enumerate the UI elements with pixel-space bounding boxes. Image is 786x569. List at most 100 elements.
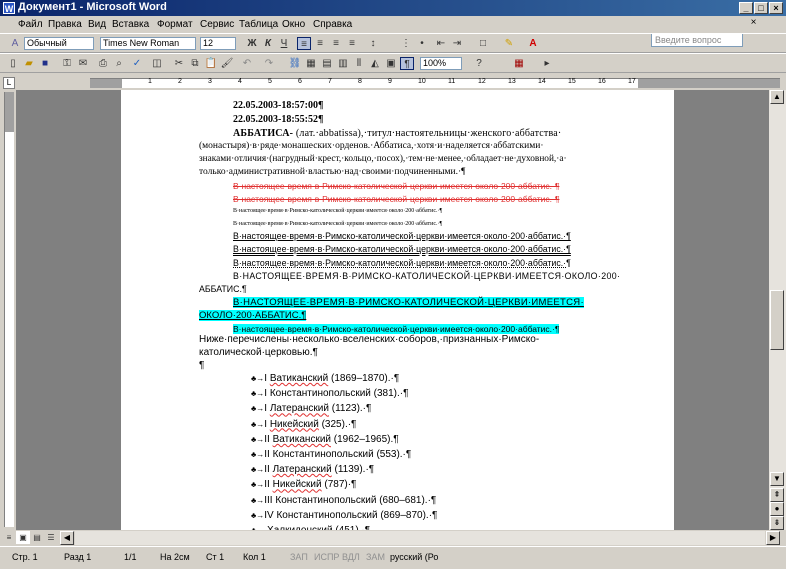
cut-icon[interactable]: ✂ [172, 57, 186, 70]
document-page[interactable]: 22.05.2003-18:57:00¶ 22.05.2003-18:55:52… [121, 90, 674, 530]
menu-help[interactable]: Справка [313, 19, 352, 30]
menu-edit[interactable]: Правка [48, 19, 82, 30]
status-extend[interactable]: ВДЛ [342, 552, 360, 562]
style-select[interactable]: Обычный [24, 37, 94, 50]
menu-view[interactable]: Вид [88, 19, 106, 30]
borders-icon[interactable]: □ [476, 37, 490, 50]
open-icon[interactable]: ▰ [22, 57, 36, 70]
email-icon[interactable]: ✉ [76, 57, 90, 70]
scroll-down-icon[interactable]: ▼ [770, 472, 784, 486]
underlined-line-2: В·настоящее·время·в·Римско-католической·… [233, 244, 571, 254]
highlight-icon[interactable]: ✎ [502, 37, 516, 50]
council-number: II [264, 449, 270, 460]
council-name: Константинопольский [272, 449, 374, 460]
print-layout-icon[interactable]: ▤ [30, 531, 44, 544]
zoom-select[interactable]: 100% [420, 57, 462, 70]
numbering-icon[interactable]: ⋮ [399, 37, 413, 50]
toolbar-options-icon[interactable]: ▸ [540, 57, 554, 70]
browse-object-icon[interactable]: ● [770, 502, 784, 516]
maximize-button[interactable]: □ [754, 2, 768, 14]
columns-icon[interactable]: ⫴ [352, 57, 366, 70]
next-page-icon[interactable]: ⇟ [770, 516, 784, 530]
align-right-icon[interactable]: ≡ [329, 37, 343, 50]
print-icon[interactable]: ⎙ [96, 57, 110, 70]
increase-indent-icon[interactable]: ⇥ [450, 37, 464, 50]
menu-window[interactable]: Окно [282, 19, 305, 30]
menu-table[interactable]: Таблица [239, 19, 278, 30]
insert-excel-icon[interactable]: ▥ [336, 57, 350, 70]
status-record[interactable]: ЗАП [290, 552, 308, 562]
insert-table-icon[interactable]: ▤ [320, 57, 334, 70]
hyperlink-icon[interactable]: ⛓ [288, 57, 302, 70]
save-icon[interactable]: ■ [38, 57, 52, 70]
undo-icon[interactable]: ↶ [240, 57, 254, 70]
redo-icon[interactable]: ↷ [262, 57, 276, 70]
copy-icon[interactable]: ⧉ [188, 57, 202, 70]
close-button[interactable]: × [769, 2, 783, 14]
line-spacing-icon[interactable]: ↕ [366, 37, 380, 50]
drawing-icon[interactable]: ◭ [368, 57, 382, 70]
underline-button[interactable]: Ч [277, 37, 291, 50]
vertical-scrollbar[interactable]: ▲ ▼ ⇞ ● ⇟ [769, 90, 786, 530]
intro-line-2: католической·церковью.¶ [199, 347, 318, 358]
bullet-icon: ♣→ [251, 510, 265, 520]
styles-pane-icon[interactable]: A [8, 37, 22, 50]
tab-selector-icon[interactable]: L [3, 77, 15, 89]
web-view-icon[interactable]: ▣ [16, 531, 30, 544]
scroll-left-icon[interactable]: ◀ [60, 531, 74, 545]
scroll-up-icon[interactable]: ▲ [770, 90, 784, 104]
bold-button[interactable]: Ж [245, 37, 259, 50]
scroll-right-icon[interactable]: ▶ [766, 531, 780, 545]
paste-icon[interactable]: 📋 [204, 57, 218, 70]
bullet-icon: ♣→ [251, 374, 265, 383]
justify-icon[interactable]: ≡ [345, 37, 359, 50]
ruler-mark: 15 [568, 78, 576, 85]
normal-view-icon[interactable]: ≡ [2, 531, 16, 544]
bullets-icon[interactable]: • [415, 37, 429, 50]
print-preview-icon[interactable]: ⌕ [112, 57, 126, 70]
document-map-icon[interactable]: ▣ [384, 57, 398, 70]
doc-close-icon[interactable]: × [748, 18, 759, 29]
hscroll-track[interactable] [75, 531, 765, 545]
status-track-changes[interactable]: ИСПР [314, 552, 339, 562]
ruler-mark: 13 [508, 78, 516, 85]
italic-button[interactable]: К [261, 37, 275, 50]
font-color-icon[interactable]: A [526, 37, 540, 50]
menu-file[interactable]: Файл [18, 19, 43, 30]
council-years: (381).·¶ [373, 388, 409, 400]
previous-page-icon[interactable]: ⇞ [770, 488, 784, 502]
ruler-mark: 1 [148, 78, 152, 85]
menu-insert[interactable]: Вставка [112, 19, 149, 30]
bullet-icon: ♣→ [251, 465, 265, 475]
ruler-mark: 6 [298, 78, 302, 85]
bullet-icon: ♣→ [251, 389, 265, 399]
new-document-icon[interactable]: ▯ [6, 57, 20, 70]
spelling-icon[interactable]: ✓ [130, 57, 144, 70]
para1-line1: АББАТИСА- (лат.·abbatissa),·титул·настоя… [233, 128, 562, 139]
align-left-icon[interactable]: ≡ [297, 37, 311, 50]
council-years: (787)·¶ [324, 479, 357, 491]
menu-format[interactable]: Формат [157, 19, 193, 30]
help-icon[interactable]: ? [472, 57, 486, 70]
status-overtype[interactable]: ЗАМ [366, 552, 385, 562]
horizontal-scrollbar[interactable]: ≡ ▣ ▤ ☰ ◀ ▶ [0, 530, 786, 546]
show-hide-icon[interactable]: ¶ [400, 57, 414, 70]
research-icon[interactable]: ◫ [150, 57, 164, 70]
reading-mode-icon[interactable]: ▦ [512, 57, 526, 70]
align-center-icon[interactable]: ≡ [313, 37, 327, 50]
format-painter-icon[interactable]: 🖌 [220, 57, 234, 70]
scroll-thumb[interactable] [770, 290, 784, 350]
word-app-icon[interactable]: W [3, 2, 15, 14]
decrease-indent-icon[interactable]: ⇤ [434, 37, 448, 50]
font-size-select[interactable]: 12 [200, 37, 236, 50]
permission-icon[interactable]: ⚿ [60, 57, 74, 70]
tables-borders-icon[interactable]: ▦ [304, 57, 318, 70]
horizontal-ruler[interactable]: L 1 2 3 4 5 6 7 8 9 10 11 12 13 14 15 16 17 [0, 74, 786, 90]
word-window: W Документ1 - Microsoft Word _ □ × Файл … [0, 0, 786, 569]
font-select[interactable]: Times New Roman [100, 37, 196, 50]
bullet-icon: ♣→ [251, 404, 265, 414]
council-years: (1123).·¶ [331, 403, 372, 415]
minimize-button[interactable]: _ [739, 2, 753, 14]
outline-view-icon[interactable]: ☰ [44, 531, 58, 544]
menu-tools[interactable]: Сервис [200, 19, 234, 30]
